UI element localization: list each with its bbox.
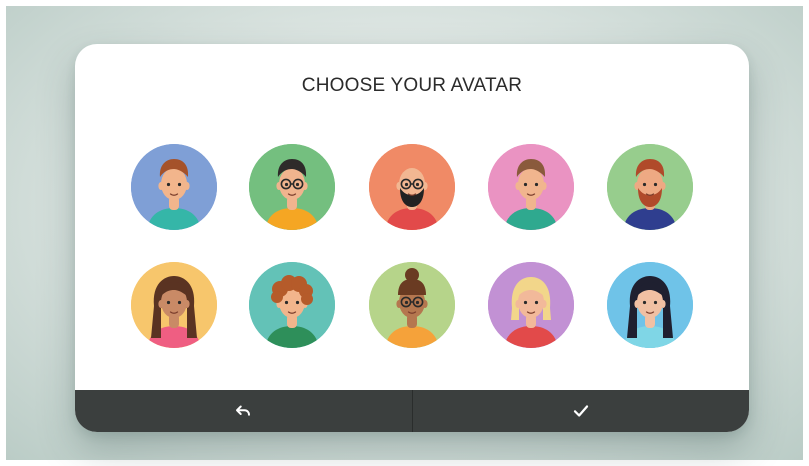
avatar-option[interactable] [488, 262, 574, 348]
avatar-option[interactable] [488, 144, 574, 230]
confirm-button[interactable] [413, 390, 750, 432]
back-button[interactable] [75, 390, 412, 432]
avatar-image [131, 262, 217, 348]
avatar-option[interactable] [131, 144, 217, 230]
avatar-option[interactable] [607, 262, 693, 348]
avatar-image [131, 144, 217, 230]
checkmark-icon [573, 405, 588, 417]
avatar-option[interactable] [369, 144, 455, 230]
avatar-option[interactable] [131, 262, 217, 348]
avatar-image [488, 144, 574, 230]
avatar-grid [75, 44, 749, 432]
avatar-image [369, 144, 455, 230]
avatar-option[interactable] [249, 144, 335, 230]
avatar-option[interactable] [249, 262, 335, 348]
dialog-footer [75, 390, 749, 432]
avatar-image [607, 144, 693, 230]
avatar-image [249, 262, 335, 348]
avatar-image [369, 262, 455, 348]
avatar-option[interactable] [607, 144, 693, 230]
undo-arrow-icon [236, 405, 251, 416]
avatar-image [249, 144, 335, 230]
avatar-option[interactable] [369, 262, 455, 348]
avatar-dialog: CHOOSE YOUR AVATAR [75, 44, 749, 432]
avatar-image [607, 262, 693, 348]
avatar-image [488, 262, 574, 348]
